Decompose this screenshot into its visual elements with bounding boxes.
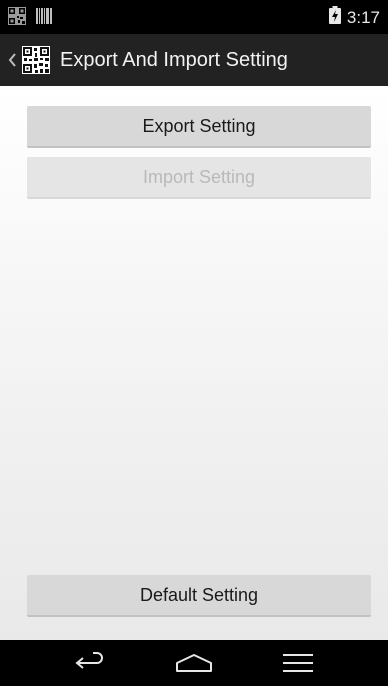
status-time: 3:17 (346, 7, 380, 27)
navigation-bar (0, 640, 388, 686)
screen: 3:17 Export And Import Setting Export Se… (0, 0, 388, 686)
qr-code-icon[interactable] (22, 46, 50, 74)
barcode-icon (36, 8, 52, 29)
status-system: 3:17 (328, 6, 380, 29)
back-chevron-icon[interactable] (8, 34, 20, 86)
status-notifications (8, 7, 52, 30)
page-title: Export And Import Setting (60, 48, 288, 71)
settings-content: Export Setting Import Setting Default Se… (0, 86, 388, 640)
export-setting-button[interactable]: Export Setting (27, 106, 371, 148)
import-setting-button[interactable]: Import Setting (27, 157, 371, 199)
default-setting-button[interactable]: Default Setting (27, 575, 371, 617)
recent-apps-icon[interactable] (263, 640, 333, 686)
battery-charging-icon (328, 6, 341, 29)
action-bar: Export And Import Setting (0, 34, 388, 86)
qr-code-icon (8, 7, 26, 30)
home-icon[interactable] (159, 640, 229, 686)
back-icon[interactable] (55, 640, 125, 686)
status-bar: 3:17 (0, 0, 388, 34)
